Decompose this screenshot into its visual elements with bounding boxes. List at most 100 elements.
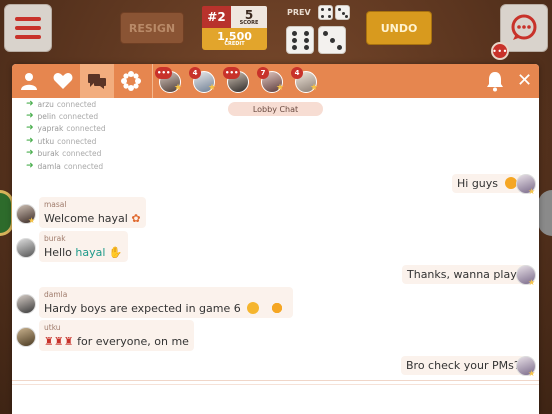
open-chat-avatar[interactable]: 7 ★ <box>257 67 287 95</box>
message-sender: masal <box>44 200 67 209</box>
mention-link[interactable]: hayal <box>75 246 105 259</box>
avatar <box>16 294 36 314</box>
undo-button[interactable]: UNDO <box>366 11 432 45</box>
message-text: Hello <box>44 246 72 259</box>
chat-message-list: ➜ arzu connected ➜ pelin connected ➜ yaprak co… <box>12 98 539 380</box>
arrow-right-icon: ➜ <box>26 98 34 109</box>
chat-panel: ••• ★ 4 ★ ••• 7 ★ 4 ★ ✕ ➜ arzu connected… <box>12 64 539 414</box>
open-chats-strip: ••• ★ 4 ★ ••• 7 ★ 4 ★ <box>155 67 321 95</box>
menu-button[interactable] <box>4 4 52 52</box>
connection-status: connected <box>66 124 106 134</box>
die-six-icon <box>286 26 314 54</box>
rank-badge: #2 <box>202 6 231 28</box>
flower-emoji-icon: ✿ <box>131 212 141 225</box>
message-text: Thanks, wanna play? <box>407 268 523 281</box>
input-divider <box>12 384 539 385</box>
score-label: SCORE <box>239 19 259 26</box>
message-text: Welcome hayal <box>44 212 128 225</box>
star-icon: ★ <box>276 83 285 93</box>
chat-bubble-icon <box>511 14 537 40</box>
arrow-right-icon: ➜ <box>26 123 34 134</box>
connection-log: ➜ arzu connected ➜ pelin connected ➜ yaprak co… <box>26 98 106 172</box>
connection-name: yaprak <box>37 124 64 134</box>
connection-name: utku <box>37 136 55 146</box>
tab-divider <box>152 64 153 98</box>
hamburger-line <box>15 17 41 21</box>
close-icon[interactable]: ✕ <box>517 68 532 94</box>
open-chat-avatar[interactable]: 4 ★ <box>291 67 321 95</box>
open-chat-avatar[interactable]: ••• ★ <box>155 67 185 95</box>
connection-name: damla <box>37 161 61 171</box>
tab-settings[interactable] <box>114 64 148 98</box>
score-value: 5 <box>244 7 254 22</box>
prev-label: PREV <box>287 8 311 17</box>
score-box: 5 SCORE <box>231 6 267 28</box>
star-icon: ★ <box>528 369 536 378</box>
star-icon: ★ <box>28 216 36 225</box>
smiley-emoji-icon <box>504 177 517 189</box>
chat-badge: 4 <box>189 67 201 79</box>
hamburger-line <box>15 26 41 30</box>
open-chat-avatar[interactable]: ••• <box>223 67 253 95</box>
connection-name: burak <box>37 149 60 159</box>
star-icon: ★ <box>310 83 319 93</box>
resign-button[interactable]: RESIGN <box>120 12 184 44</box>
prev-die-icon <box>318 5 333 20</box>
star-icon: ★ <box>174 83 183 93</box>
message-text: for everyone, on me <box>77 335 189 348</box>
gear-flower-icon <box>121 71 141 91</box>
prev-die-icon <box>335 5 350 20</box>
star-icon: ★ <box>528 278 536 287</box>
arrow-right-icon: ➜ <box>26 148 34 159</box>
person-icon <box>21 73 37 90</box>
cheering-emoji-icon <box>265 302 288 314</box>
message-bubble: masal Welcome hayal ✿ <box>39 197 146 228</box>
connection-row: ➜ yaprak connected <box>26 123 106 135</box>
drinks-emoji-icon: ♜♜♜ <box>44 335 74 348</box>
avatar <box>16 238 36 258</box>
message-bubble-own: Thanks, wanna play? <box>402 265 528 284</box>
connection-status: connected <box>56 99 97 109</box>
hamburger-line <box>15 35 41 39</box>
avatar <box>16 327 36 347</box>
arrow-right-icon: ➜ <box>26 135 34 146</box>
sunglasses-emoji-icon <box>247 302 260 314</box>
message-text: Hardy boys are expected in game 6 <box>44 302 241 315</box>
message-bubble: damla Hardy boys are expected in game 6 <box>39 287 293 318</box>
connection-row: ➜ arzu connected <box>26 98 106 110</box>
connection-status: connected <box>57 136 97 146</box>
tab-friends[interactable] <box>12 64 46 98</box>
connection-row: ➜ burak connected <box>26 148 106 160</box>
chat-bubbles-icon <box>88 74 106 89</box>
chat-tabbar: ••• ★ 4 ★ ••• 7 ★ 4 ★ ✕ <box>12 64 539 98</box>
credit-box: 1,500 CREDIT <box>202 28 267 50</box>
chat-badge: ••• <box>155 67 173 79</box>
arrow-right-icon: ➜ <box>26 111 34 122</box>
message-input-area[interactable] <box>12 380 539 414</box>
message-text: Hi guys <box>457 177 499 190</box>
board-edge <box>538 190 552 236</box>
connection-row: ➜ pelin connected <box>26 110 106 122</box>
bell-icon[interactable] <box>484 70 506 92</box>
message-bubble: utku ♜♜♜ for everyone, on me <box>39 320 194 351</box>
connection-name: pelin <box>37 112 56 122</box>
message-bubble: burak Hello hayal ✋ <box>39 231 128 262</box>
connection-name: arzu <box>37 99 54 109</box>
connection-status: connected <box>62 149 102 159</box>
star-icon: ★ <box>208 83 217 93</box>
chat-badge: ••• <box>223 67 241 79</box>
tab-favorites[interactable] <box>46 64 80 98</box>
star-icon: ★ <box>528 187 536 196</box>
chat-badge: 7 <box>257 67 269 79</box>
lobby-chat-label: Lobby Chat <box>228 102 323 116</box>
tab-lobby-chat[interactable] <box>80 64 114 98</box>
message-sender: burak <box>44 234 66 243</box>
connection-row: ➜ damla connected <box>26 160 106 172</box>
waving-hand-emoji-icon: ✋ <box>108 246 123 259</box>
message-sender: damla <box>44 290 68 299</box>
die-three-icon <box>318 26 346 54</box>
unread-badge: ••• <box>491 42 509 60</box>
connection-row: ➜ utku connected <box>26 135 106 147</box>
message-bubble-own: Bro check your PMs? <box>401 356 525 375</box>
open-chat-avatar[interactable]: 4 ★ <box>189 67 219 95</box>
